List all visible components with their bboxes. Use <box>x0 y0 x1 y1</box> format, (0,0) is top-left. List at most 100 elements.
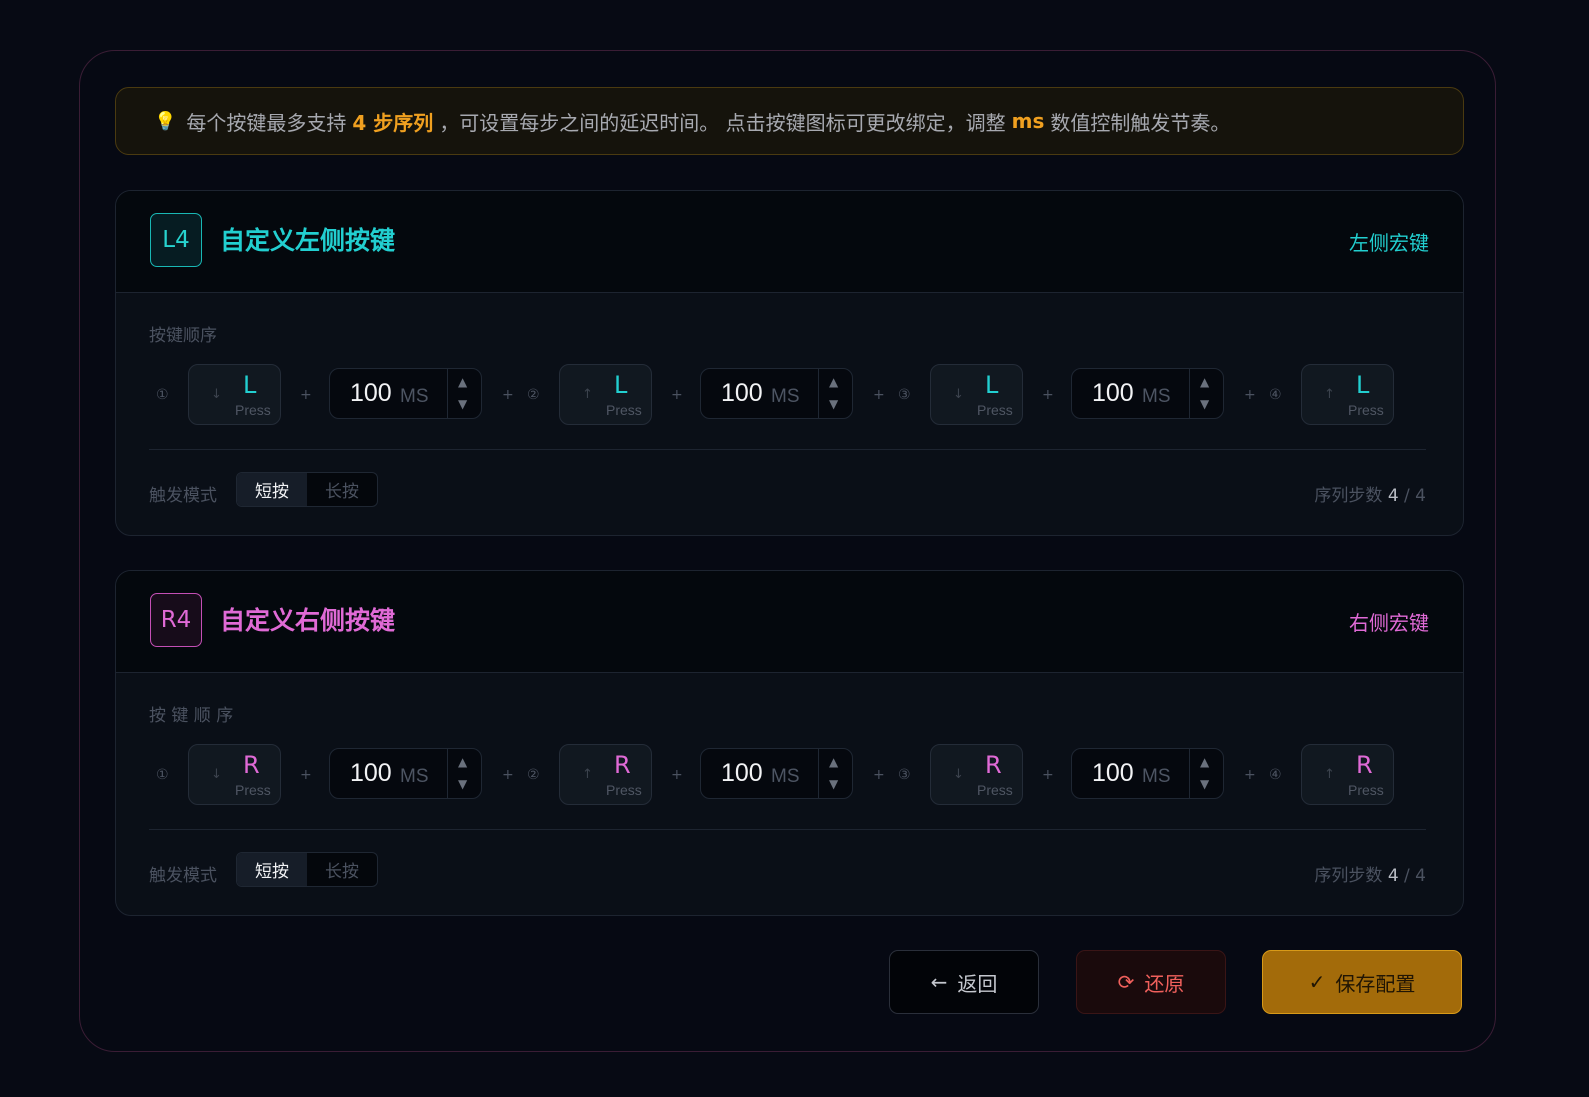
step-number: ④ <box>1269 767 1282 783</box>
trigger-mode-label: 触发模式 <box>149 486 217 506</box>
key-action: Press <box>977 782 1013 798</box>
steps-current: 4 <box>1387 486 1399 506</box>
steps-label: 序列步数 <box>1314 866 1383 886</box>
step-number: ① <box>156 387 169 403</box>
key-action: Press <box>1348 782 1384 798</box>
delay-value: 100 <box>1092 759 1134 787</box>
delay-input[interactable]: 100 MS ▲ ▼ <box>329 748 482 799</box>
key-letter: R <box>243 751 260 779</box>
mode-long-press[interactable]: 长按 <box>307 853 377 886</box>
increment-icon[interactable]: ▲ <box>829 375 838 389</box>
tip-highlight-steps: 4 步序列 <box>352 110 434 135</box>
delay-stepper[interactable]: ▲ ▼ <box>818 749 852 798</box>
key-letter: L <box>1356 371 1370 399</box>
delay-value: 100 <box>350 759 392 787</box>
trigger-mode-toggle: 短按 长按 <box>236 852 378 887</box>
refresh-icon: ⟳ <box>1117 970 1135 994</box>
key-action: Press <box>1348 402 1384 418</box>
delay-stepper[interactable]: ▲ ▼ <box>1189 369 1223 418</box>
increment-icon[interactable]: ▲ <box>829 755 838 769</box>
arrow-down-icon: ↓ <box>211 767 222 782</box>
delay-unit: MS <box>1142 766 1171 787</box>
mode-short-press[interactable]: 短按 <box>237 473 307 506</box>
right-key-panel: R4 自定义右侧按键 右侧宏键 按 键 顺 序 ① ↓ R Press + 10… <box>115 570 1464 916</box>
key-action: Press <box>235 402 271 418</box>
divider <box>149 449 1426 450</box>
key-letter: L <box>985 371 999 399</box>
delay-value: 100 <box>721 379 763 407</box>
key-binding-button[interactable]: ↑ L Press <box>1301 364 1394 425</box>
reset-label: 还原 <box>1144 971 1185 996</box>
increment-icon[interactable]: ▲ <box>1200 755 1209 769</box>
plus-sign: + <box>300 767 312 783</box>
arrow-up-icon: ↑ <box>1324 387 1335 402</box>
plus-sign: + <box>671 387 683 403</box>
delay-input[interactable]: 100 MS ▲ ▼ <box>700 368 853 419</box>
increment-icon[interactable]: ▲ <box>458 755 467 769</box>
key-binding-button[interactable]: ↓ R Press <box>188 744 281 805</box>
delay-unit: MS <box>400 766 429 787</box>
mode-short-press[interactable]: 短按 <box>237 853 307 886</box>
delay-unit: MS <box>771 766 800 787</box>
arrow-up-icon: ↑ <box>1324 767 1335 782</box>
sequence-step-count: 序列步数 4 / 4 <box>1314 861 1426 886</box>
decrement-icon[interactable]: ▼ <box>829 397 838 411</box>
decrement-icon[interactable]: ▼ <box>1200 777 1209 791</box>
key-action: Press <box>606 402 642 418</box>
plus-sign: + <box>671 767 683 783</box>
increment-icon[interactable]: ▲ <box>458 375 467 389</box>
mode-long-press[interactable]: 长按 <box>307 473 377 506</box>
delay-unit: MS <box>1142 386 1171 407</box>
key-binding-button[interactable]: ↓ L Press <box>188 364 281 425</box>
decrement-icon[interactable]: ▼ <box>458 397 467 411</box>
save-label: 保存配置 <box>1335 971 1416 996</box>
increment-icon[interactable]: ▲ <box>1200 375 1209 389</box>
delay-value: 100 <box>721 759 763 787</box>
delay-value: 100 <box>350 379 392 407</box>
left-key-panel: L4 自定义左侧按键 左侧宏键 按键顺序 ① ↓ L Press + 100 M… <box>115 190 1464 536</box>
key-letter: L <box>614 371 628 399</box>
step-number: ③ <box>898 767 911 783</box>
save-config-button[interactable]: ✓ 保存配置 <box>1262 950 1462 1014</box>
key-letter: R <box>985 751 1002 779</box>
delay-input[interactable]: 100 MS ▲ ▼ <box>700 748 853 799</box>
panel-header: L4 自定义左侧按键 左侧宏键 <box>116 191 1463 293</box>
key-action: Press <box>977 402 1013 418</box>
sequence-step-count: 序列步数 4 / 4 <box>1314 481 1426 506</box>
delay-input[interactable]: 100 MS ▲ ▼ <box>1071 748 1224 799</box>
sequence-row: ① ↓ L Press + 100 MS ▲ ▼ + ② ↑ L Press +… <box>116 363 1463 427</box>
delay-value: 100 <box>1092 379 1134 407</box>
delay-unit: MS <box>771 386 800 407</box>
plus-sign: + <box>1244 767 1256 783</box>
key-letter: R <box>1356 751 1373 779</box>
delay-stepper[interactable]: ▲ ▼ <box>1189 749 1223 798</box>
key-binding-button[interactable]: ↑ R Press <box>559 744 652 805</box>
key-binding-button[interactable]: ↓ L Press <box>930 364 1023 425</box>
decrement-icon[interactable]: ▼ <box>458 777 467 791</box>
config-card: 💡 每个按键最多支持 4 步序列 ，可设置每步之间的延迟时间。 点击按键图标可更… <box>79 50 1496 1052</box>
key-binding-button[interactable]: ↑ R Press <box>1301 744 1394 805</box>
plus-sign: + <box>502 387 514 403</box>
reset-button[interactable]: ⟳ 还原 <box>1076 950 1226 1014</box>
back-button[interactable]: ← 返回 <box>889 950 1039 1014</box>
arrow-down-icon: ↓ <box>953 767 964 782</box>
panel-title: 自定义左侧按键 <box>220 226 396 255</box>
delay-stepper[interactable]: ▲ ▼ <box>447 749 481 798</box>
step-number: ② <box>527 387 540 403</box>
key-binding-button[interactable]: ↓ R Press <box>930 744 1023 805</box>
decrement-icon[interactable]: ▼ <box>829 777 838 791</box>
step-number: ④ <box>1269 387 1282 403</box>
delay-input[interactable]: 100 MS ▲ ▼ <box>1071 368 1224 419</box>
key-binding-button[interactable]: ↑ L Press <box>559 364 652 425</box>
trigger-mode-label: 触发模式 <box>149 866 217 886</box>
delay-input[interactable]: 100 MS ▲ ▼ <box>329 368 482 419</box>
delay-stepper[interactable]: ▲ ▼ <box>818 369 852 418</box>
panel-tag: 左侧宏键 <box>1349 231 1429 255</box>
divider <box>149 829 1426 830</box>
arrow-up-icon: ↑ <box>582 387 593 402</box>
delay-stepper[interactable]: ▲ ▼ <box>447 369 481 418</box>
step-number: ③ <box>898 387 911 403</box>
plus-sign: + <box>873 767 885 783</box>
back-label: 返回 <box>957 971 998 996</box>
decrement-icon[interactable]: ▼ <box>1200 397 1209 411</box>
